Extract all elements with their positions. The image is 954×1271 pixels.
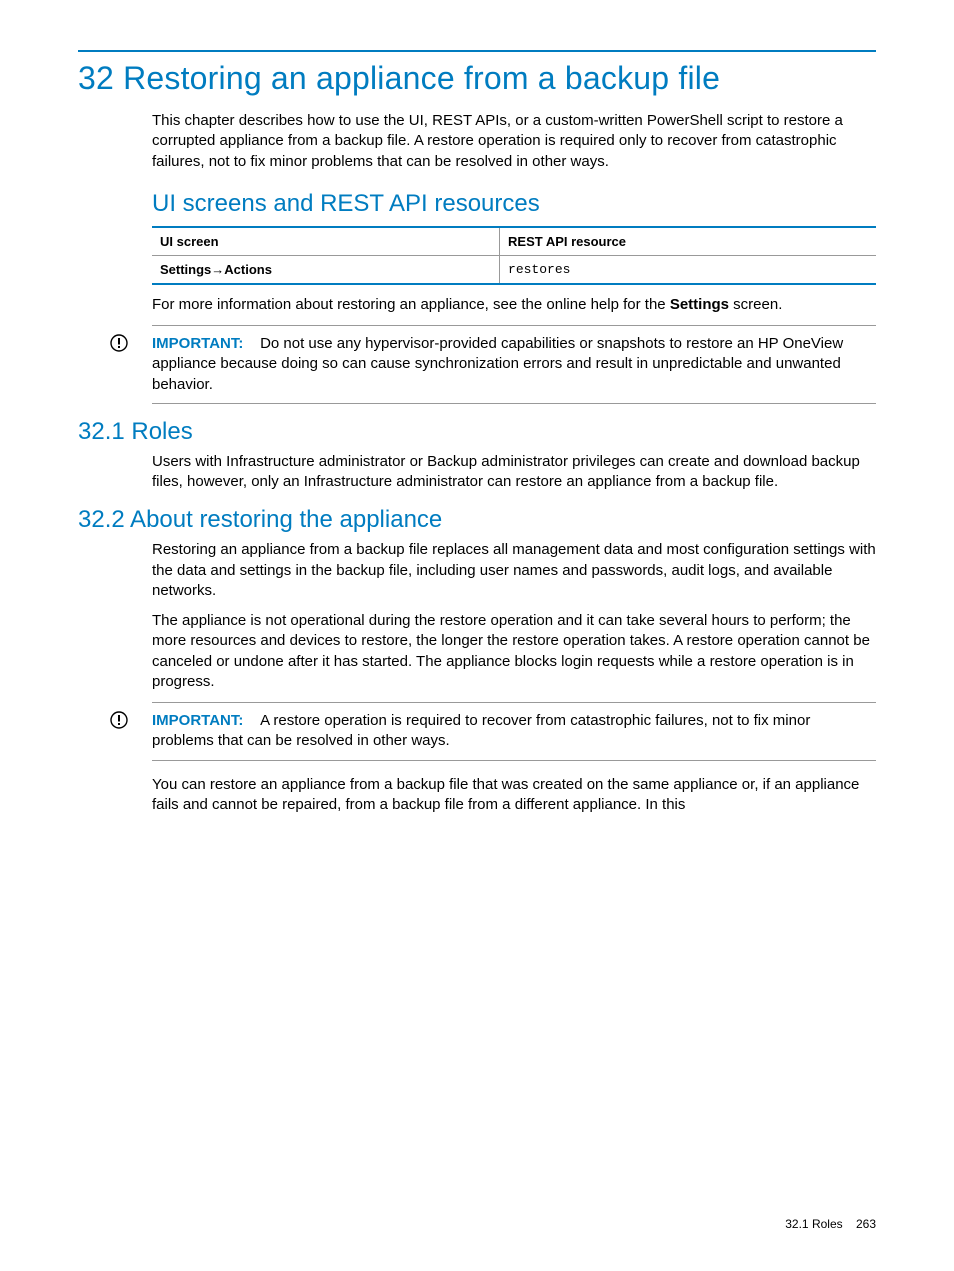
footer-section: 32.1 Roles [785, 1217, 842, 1231]
important-text-1: Do not use any hypervisor-provided capab… [152, 335, 843, 393]
important-text-2: A restore operation is required to recov… [152, 712, 810, 749]
arrow-icon: → [211, 262, 224, 277]
more-info-post: screen. [729, 296, 782, 313]
about-p2: The appliance is not operational during … [152, 611, 876, 692]
footer-page-number: 263 [856, 1217, 876, 1231]
more-info-pre: For more information about restoring an … [152, 296, 670, 313]
col-ui-screen: UI screen [152, 227, 500, 256]
roles-heading: 32.1 Roles [78, 418, 876, 446]
more-info-bold: Settings [670, 296, 729, 313]
important-icon [110, 334, 128, 352]
important-label-1: IMPORTANT: [152, 335, 243, 352]
cell-ui-screen: Settings→Actions [152, 255, 500, 284]
roles-text: Users with Infrastructure administrator … [152, 452, 876, 493]
important-callout-2: IMPORTANT: A restore operation is requir… [152, 702, 876, 761]
important-callout-1: IMPORTANT: Do not use any hypervisor-pro… [152, 325, 876, 404]
more-info: For more information about restoring an … [152, 295, 876, 315]
about-p1: Restoring an appliance from a backup fil… [152, 540, 876, 601]
ui-rest-heading: UI screens and REST API resources [152, 190, 876, 218]
about-heading: 32.2 About restoring the appliance [78, 506, 876, 534]
after-p: You can restore an appliance from a back… [152, 775, 876, 816]
ui-rest-table: UI screen REST API resource Settings→Act… [152, 226, 876, 285]
table-row: Settings→Actions restores [152, 255, 876, 284]
page-footer: 32.1 Roles 263 [785, 1217, 876, 1231]
cell-rest-api: restores [500, 255, 876, 284]
actions-label: Actions [224, 262, 272, 277]
chapter-intro: This chapter describes how to use the UI… [152, 111, 876, 172]
settings-label: Settings [160, 262, 211, 277]
chapter-title: 32 Restoring an appliance from a backup … [78, 60, 876, 97]
col-rest-api: REST API resource [500, 227, 876, 256]
important-label-2: IMPORTANT: [152, 712, 243, 729]
table-header-row: UI screen REST API resource [152, 227, 876, 256]
important-icon [110, 711, 128, 729]
top-rule [78, 50, 876, 52]
